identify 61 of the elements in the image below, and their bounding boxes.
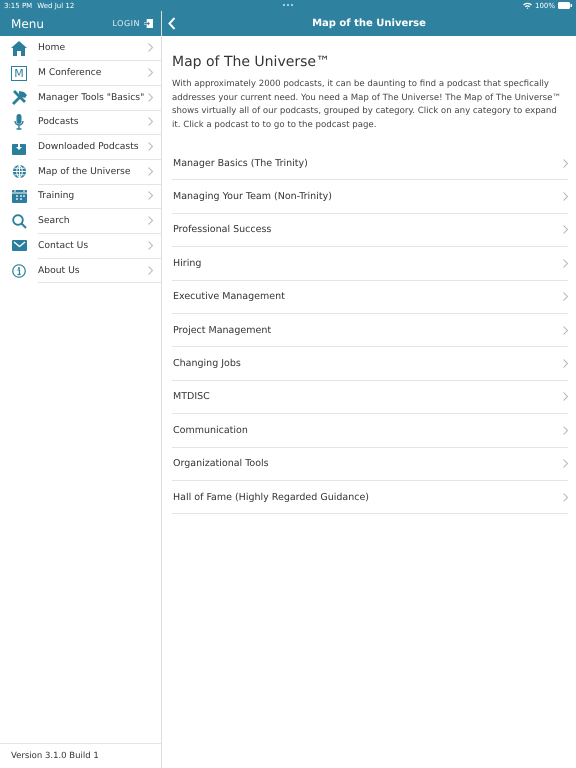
menu-item[interactable]: Contact Us: [0, 234, 161, 258]
chevron-icon: [148, 216, 153, 226]
chevron-icon: [148, 166, 153, 176]
menu-item[interactable]: Manager Tools "Basics": [0, 85, 161, 110]
page-title: Map of the Universe: [312, 18, 426, 29]
menu-item[interactable]: About Us: [0, 258, 161, 283]
search-icon: [12, 214, 26, 229]
chevron-icon: [563, 225, 568, 234]
chevron-icon: [148, 68, 153, 78]
microphone-icon: [14, 114, 24, 130]
wifi-icon: [522, 2, 532, 9]
globe-icon: [12, 164, 26, 180]
menu-item[interactable]: Training: [0, 184, 161, 209]
category-item[interactable]: MTDISC: [172, 380, 568, 414]
intro-paragraph: With approximately 2000 podcasts, it can be daunting to find a podcast that specfically addresses your current need. You need a Map of The Universe! The Map of The Universe™ shows virtually all of our podcasts, grouped by category. Click on any category to expand it. Click a podcast to to go to the podcast page.: [172, 78, 562, 132]
chevron-icon: [563, 292, 568, 302]
login-button[interactable]: LOGIN: [112, 19, 153, 28]
category-item[interactable]: Manager Basics (The Trinity): [172, 147, 568, 180]
chevron-icon: [148, 43, 153, 52]
chevron-icon: [148, 92, 153, 102]
chevron-icon: [148, 191, 153, 200]
category-item[interactable]: Hiring: [172, 247, 568, 281]
chevron-icon: [148, 240, 153, 250]
battery-icon: [558, 2, 572, 9]
chevron-icon: [563, 492, 568, 502]
chevron-icon: [148, 266, 153, 275]
menu-title: Menu: [11, 16, 44, 30]
category-item[interactable]: Communication: [172, 414, 568, 448]
category-item[interactable]: Changing Jobs: [172, 347, 568, 381]
chevron-icon: [148, 117, 153, 126]
menu-item[interactable]: Downloaded Podcasts: [0, 134, 161, 160]
chevron-icon: [563, 258, 568, 268]
category-item[interactable]: Professional Success: [172, 214, 568, 248]
chevron-icon: [563, 459, 568, 468]
menu-item[interactable]: Podcasts: [0, 110, 161, 135]
tools-icon: [10, 90, 28, 106]
menu-item[interactable]: Map of the Universe: [0, 159, 161, 184]
chevron-icon: [563, 192, 568, 202]
category-item[interactable]: Managing Your Team (Non-Trinity): [172, 180, 568, 214]
category-item[interactable]: Project Management: [172, 314, 568, 348]
chevron-icon: [563, 359, 568, 368]
house-icon: [11, 40, 27, 56]
chevron-icon: [563, 392, 568, 402]
calendar-icon: [12, 189, 26, 204]
menu-item[interactable]: Search: [0, 208, 161, 234]
envelope-icon: [12, 240, 26, 252]
chevron-icon: [563, 326, 568, 335]
chevron-icon: [563, 426, 568, 435]
heading: Map of The Universe™: [172, 54, 331, 70]
category-item[interactable]: Organizational Tools: [172, 448, 568, 481]
menu-item[interactable]: M M Conference: [0, 60, 161, 86]
menu-item[interactable]: Home: [0, 36, 161, 61]
version-label: Version 3.1.0 Build 1: [0, 743, 161, 768]
category-item[interactable]: Hall of Fame (Highly Regarded Guidance): [172, 480, 568, 514]
login-icon: [144, 19, 153, 28]
chevron-icon: [148, 142, 153, 152]
back-icon[interactable]: [168, 17, 176, 30]
chevron-icon: [563, 158, 568, 168]
category-item[interactable]: Executive Management: [172, 280, 568, 314]
m-logo-icon: M: [11, 66, 27, 81]
info-icon: [12, 264, 26, 278]
